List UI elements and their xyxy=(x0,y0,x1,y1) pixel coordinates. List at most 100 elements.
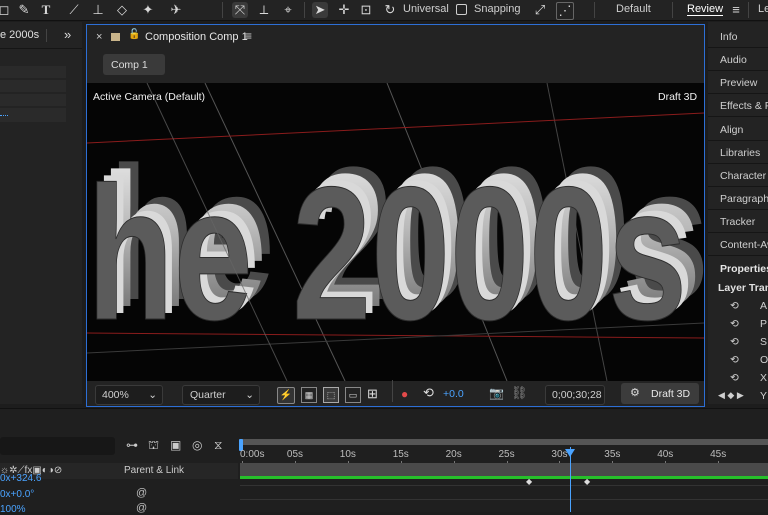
region-of-interest-icon[interactable]: ⬚ xyxy=(323,387,339,403)
panel-audio[interactable]: Audio xyxy=(720,54,747,66)
reset-icon[interactable]: ⟲ xyxy=(730,354,739,366)
work-area-bar[interactable] xyxy=(240,439,768,445)
snapping-label[interactable]: Snapping xyxy=(474,3,521,15)
comp-flowchart-icon[interactable]: ⊶ xyxy=(126,438,138,452)
rotate-tool-icon[interactable]: ↻ xyxy=(382,2,398,18)
prop-scale[interactable]: S xyxy=(760,336,767,348)
rectangle-tool-icon[interactable]: ◻ xyxy=(0,2,12,18)
world-axis-icon[interactable]: ⟂ xyxy=(256,2,272,18)
show-snapshot-icon[interactable]: ⛓ xyxy=(511,385,528,401)
list-item[interactable] xyxy=(0,94,66,106)
project-tab-title[interactable]: e 2000s xyxy=(0,29,39,41)
resolution-dropdown[interactable]: Quarter ⌄ xyxy=(182,385,260,405)
clone-stamp-tool-icon[interactable]: ⊥ xyxy=(90,2,106,18)
reset-icon[interactable]: ⟲ xyxy=(730,318,739,330)
color-channels-icon[interactable]: ● xyxy=(401,387,408,401)
playhead-handle[interactable] xyxy=(564,449,575,457)
workspace-next[interactable]: Le xyxy=(758,3,768,15)
keyframe-nav-icon[interactable]: ◀ ◆ ▶ xyxy=(718,390,744,401)
reset-exposure-icon[interactable]: ⟲ xyxy=(423,385,434,401)
layer-bar[interactable] xyxy=(240,463,768,477)
value-row[interactable]: 100% xyxy=(0,504,26,515)
breadcrumb-comp[interactable]: Comp 1 xyxy=(111,59,148,71)
panel-character[interactable]: Character xyxy=(720,170,766,182)
toolbar-divider xyxy=(594,2,595,18)
reset-icon[interactable]: ⟲ xyxy=(730,372,739,384)
graph-editor-icon[interactable]: ⧖ xyxy=(214,438,222,453)
viewer-canvas: he 2000s he 2000s he 2000s he 2000s xyxy=(87,83,704,381)
workspace-review[interactable]: Review xyxy=(687,3,724,16)
prop-anchor[interactable]: A xyxy=(760,300,767,312)
reset-icon[interactable]: ⟲ xyxy=(730,300,739,312)
comp-tab-title[interactable]: Composition Comp 1 xyxy=(145,31,248,43)
panel-paragraph[interactable]: Paragraph xyxy=(720,193,768,205)
time-tick-label: 25s xyxy=(498,449,515,460)
reset-icon[interactable]: ⟲ xyxy=(730,336,739,348)
keyframe-bar xyxy=(240,476,768,479)
exposure-value[interactable]: +0.0 xyxy=(443,388,464,400)
panel-effects-presets[interactable]: Effects & P xyxy=(720,100,768,112)
list-item[interactable] xyxy=(0,66,66,78)
fast-previews-icon[interactable]: ⚡ xyxy=(277,387,295,404)
draft-3d-toggle-icon[interactable]: ⛫ xyxy=(148,438,159,454)
snapshot-camera-icon[interactable]: 📷 xyxy=(489,386,504,400)
timecode-field[interactable]: 0;00;30;28 xyxy=(545,385,605,405)
workspace-default[interactable]: Default xyxy=(616,3,651,15)
zoom-tool-icon[interactable]: ⊡ xyxy=(358,2,374,18)
panel-info[interactable]: Info xyxy=(720,31,738,43)
pickwhip-icon[interactable]: @ xyxy=(136,487,147,499)
guides-icon[interactable]: ⊞ xyxy=(367,386,378,402)
expand-panels-icon[interactable]: » xyxy=(64,27,71,42)
property-rows: 0x+324.6 0x+0.0° 100% @ @ xyxy=(0,473,238,515)
roto-brush-tool-icon[interactable]: ✦ xyxy=(140,2,156,18)
project-tab[interactable]: e 2000s » xyxy=(0,22,82,49)
value-row[interactable]: 0x+0.0° xyxy=(0,489,34,500)
layer-3d-text[interactable]: he 2000s xyxy=(87,148,688,361)
panel-content-aware[interactable]: Content-Aw xyxy=(720,239,768,251)
view-axis-icon[interactable]: ⌖ xyxy=(280,2,296,18)
frame-blending-icon[interactable]: ▣ xyxy=(170,438,181,452)
eraser-tool-icon[interactable]: ◇ xyxy=(114,2,130,18)
transparency-grid-icon[interactable]: ▦ xyxy=(301,387,317,403)
panel-preview[interactable]: Preview xyxy=(720,77,757,89)
toolbar-divider xyxy=(748,2,749,18)
mask-visibility-icon[interactable]: ▭ xyxy=(345,387,361,403)
local-axis-icon[interactable]: ⤧ xyxy=(232,2,248,18)
value-row[interactable]: 0x+324.6 xyxy=(0,473,41,484)
time-tick-label: 10s xyxy=(339,449,356,460)
close-icon[interactable]: × xyxy=(96,31,102,43)
snap-options-icon[interactable]: ⤢ xyxy=(532,2,548,18)
panel-tracker[interactable]: Tracker xyxy=(720,216,755,228)
prop-position[interactable]: P xyxy=(760,318,767,330)
selection-tool-icon[interactable]: ➤ xyxy=(312,2,328,18)
timeline-search-input[interactable] xyxy=(0,437,115,455)
prop-orientation[interactable]: O xyxy=(760,354,768,366)
prop-y-rotation[interactable]: Y xyxy=(760,390,767,402)
pickwhip-icon[interactable]: @ xyxy=(136,502,147,514)
prop-x-rotation[interactable]: X xyxy=(760,372,767,384)
hand-tool-icon[interactable]: ✛ xyxy=(336,2,352,18)
universal-label[interactable]: Universal xyxy=(403,3,449,15)
zoom-dropdown[interactable]: 400% ⌄ xyxy=(95,385,163,405)
parent-link-header: Parent & Link xyxy=(124,465,185,476)
time-tick-label: 45s xyxy=(710,449,727,460)
draft-3d-button[interactable]: ⚙ Draft 3D xyxy=(621,383,699,404)
list-item[interactable] xyxy=(0,80,66,92)
snap-feature-icon[interactable]: ⋰ xyxy=(556,2,574,20)
snapping-checkbox[interactable] xyxy=(456,4,467,15)
list-item[interactable] xyxy=(0,108,66,122)
panel-align[interactable]: Align xyxy=(720,124,743,136)
time-tick-label: 40s xyxy=(657,449,674,460)
composition-viewer[interactable]: he 2000s he 2000s he 2000s he 2000s Acti… xyxy=(87,83,704,381)
pen-tool-icon[interactable]: ✎ xyxy=(16,2,32,18)
panel-libraries[interactable]: Libraries xyxy=(720,147,760,159)
workspace-menu-icon[interactable]: ≡ xyxy=(728,2,744,18)
brush-tool-icon[interactable]: ⟋ xyxy=(66,2,82,18)
puppet-tool-icon[interactable]: ✈ xyxy=(168,2,184,18)
panel-menu-icon[interactable]: ≡ xyxy=(245,29,252,43)
layer-transform-label[interactable]: Layer Trans xyxy=(718,282,768,294)
motion-blur-icon[interactable]: ◎ xyxy=(192,438,202,452)
type-tool-icon[interactable]: T xyxy=(38,2,54,18)
breadcrumb[interactable]: Comp 1 xyxy=(103,54,165,75)
lock-icon[interactable]: 🔓 xyxy=(128,29,140,40)
